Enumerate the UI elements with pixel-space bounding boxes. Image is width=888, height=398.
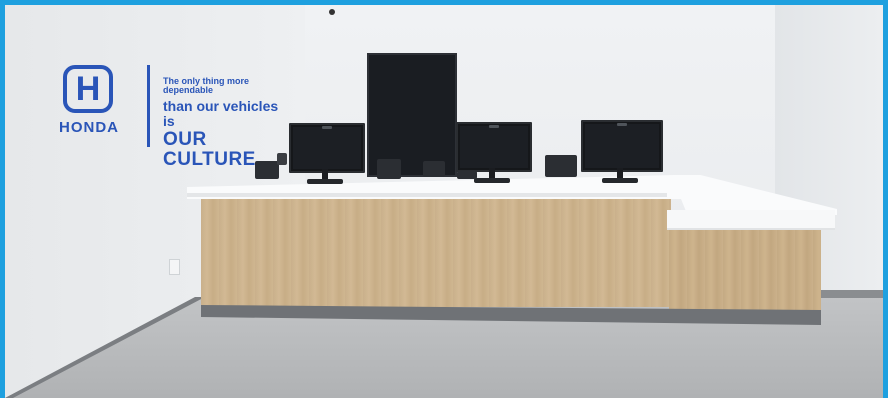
honda-h-logo-icon: H bbox=[63, 65, 113, 113]
counter-top-edge bbox=[187, 193, 667, 197]
monitor-2-base bbox=[474, 178, 510, 183]
slogan-line-1: The only thing more dependable bbox=[163, 76, 250, 96]
counter-side-panel bbox=[669, 227, 821, 311]
monitor-brand-icon bbox=[489, 125, 499, 128]
monitor-1-base bbox=[307, 179, 343, 184]
keyboard bbox=[457, 171, 477, 179]
monitor-3 bbox=[581, 120, 663, 172]
wall-slogan: The only thing more dependable than our … bbox=[163, 76, 293, 170]
desk-phone bbox=[377, 159, 401, 179]
monitor-brand-icon bbox=[617, 123, 627, 126]
desk-phone bbox=[255, 161, 279, 179]
monitor-brand-icon bbox=[322, 126, 332, 129]
wall-outlet bbox=[169, 259, 180, 275]
counter-front-panel bbox=[201, 197, 671, 307]
counter-top-right bbox=[667, 210, 835, 230]
slogan-line-2: than our vehicles is bbox=[163, 97, 279, 129]
logo-divider bbox=[147, 65, 150, 147]
desk-phone bbox=[545, 155, 577, 177]
monitor-1 bbox=[289, 123, 365, 173]
security-camera bbox=[329, 9, 335, 15]
monitor-screen bbox=[585, 124, 659, 168]
monitor-screen bbox=[293, 127, 361, 169]
card-terminal bbox=[423, 161, 445, 177]
monitor-2 bbox=[456, 122, 532, 172]
honda-logo: H HONDA bbox=[41, 65, 141, 145]
monitor-3-base bbox=[602, 178, 638, 183]
honda-wordmark: HONDA bbox=[59, 119, 119, 136]
desk-device bbox=[277, 153, 287, 165]
reception-scene: H HONDA The only thing more dependable t… bbox=[5, 5, 883, 398]
monitor-screen bbox=[460, 126, 528, 168]
photo-frame: H HONDA The only thing more dependable t… bbox=[0, 0, 888, 398]
right-baseboard bbox=[815, 290, 883, 298]
